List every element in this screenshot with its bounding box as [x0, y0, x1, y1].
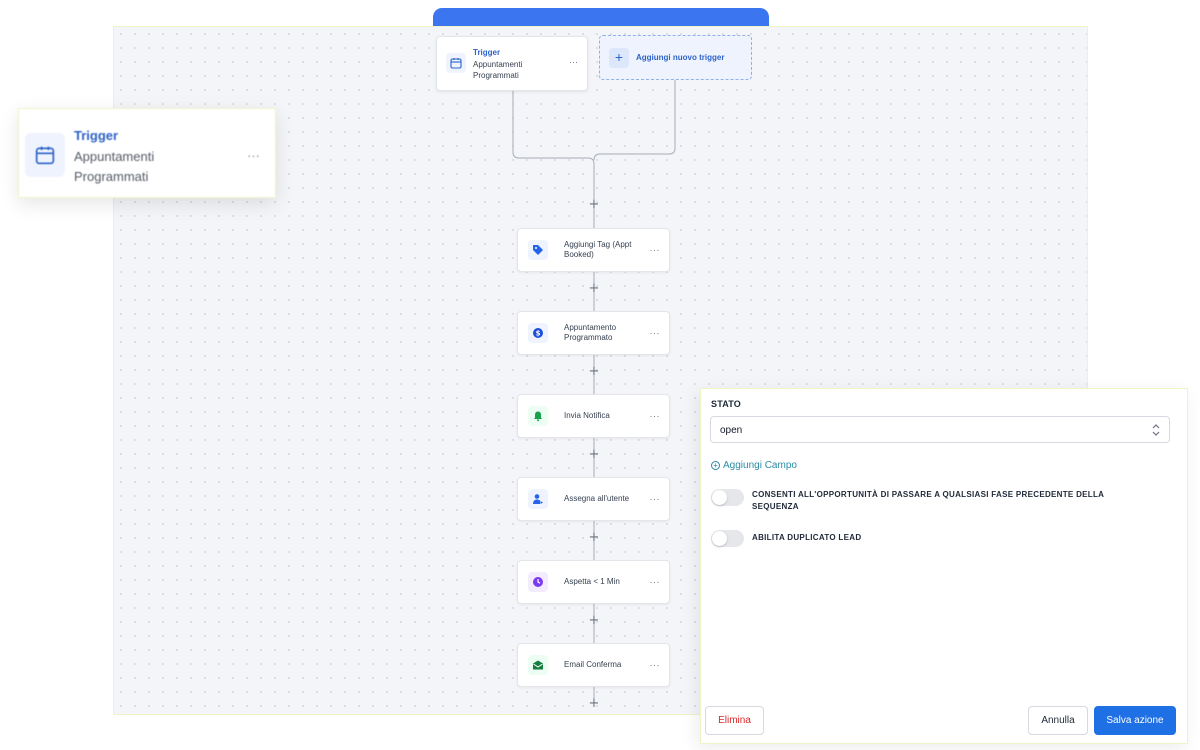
toggle-knob — [712, 531, 727, 546]
trigger-node[interactable]: Trigger Appuntamenti Programmati ··· — [436, 36, 588, 91]
calendar-icon — [25, 133, 65, 177]
allow-previous-stage-label: CONSENTI ALL'OPPORTUNITÀ DI PASSARE A QU… — [752, 490, 1104, 511]
duplicate-lead-toggle[interactable] — [711, 530, 744, 547]
trigger-title: Trigger — [473, 48, 501, 57]
clock-icon — [528, 572, 548, 592]
action-menu-button[interactable]: ··· — [650, 494, 661, 504]
trigger-name-line1: Appuntamenti — [74, 149, 155, 164]
svg-text:$: $ — [536, 330, 541, 338]
action-menu-button[interactable]: ··· — [650, 577, 661, 587]
action-label: Aggiungi Tag (Appt Booked) — [564, 240, 632, 259]
duplicate-lead-label: ABILITA DUPLICATO LEAD — [752, 533, 862, 542]
action-label: Aspetta < 1 Min — [564, 577, 620, 586]
action-menu-button[interactable]: ··· — [650, 245, 661, 255]
calendar-icon — [446, 53, 466, 73]
add-field-link[interactable]: + Aggiungi Campo — [711, 460, 797, 471]
add-step-button[interactable]: + — [587, 697, 601, 712]
workflow-builder: Trigger Appuntamenti Programmati ··· + A… — [0, 0, 1200, 750]
add-field-label: Aggiungi Campo — [723, 460, 797, 471]
add-step-button[interactable]: + — [587, 448, 601, 463]
action-label: Invia Notifica — [564, 411, 610, 420]
action-node-appointment[interactable]: $ Appuntamento Programmato ··· — [517, 311, 670, 355]
add-step-button[interactable]: + — [587, 282, 601, 297]
trigger-name-line2: Programmati — [74, 169, 149, 184]
allow-previous-stage-toggle[interactable] — [711, 489, 744, 506]
action-settings-panel: STATO open + Aggiungi Campo CONSENTI ALL… — [700, 388, 1188, 744]
cancel-button[interactable]: Annulla — [1028, 706, 1088, 735]
add-step-button[interactable]: + — [587, 365, 601, 380]
action-node-add-tag[interactable]: Aggiungi Tag (Appt Booked) ··· — [517, 228, 670, 272]
bell-icon — [528, 406, 548, 426]
action-node-notification[interactable]: Invia Notifica ··· — [517, 394, 670, 438]
toggle-knob — [712, 490, 727, 505]
trigger-name: Appuntamenti Programmati — [473, 59, 553, 81]
add-step-button[interactable]: + — [587, 198, 601, 213]
stato-select[interactable]: open — [710, 416, 1170, 443]
tag-icon — [528, 240, 548, 260]
action-menu-button[interactable]: ··· — [650, 660, 661, 670]
trigger-name-line2: Programmati — [473, 71, 519, 80]
stato-label: STATO — [711, 399, 741, 409]
envelope-icon — [528, 655, 548, 675]
action-menu-button[interactable]: ··· — [650, 328, 661, 338]
trigger-title: Trigger — [74, 128, 119, 143]
dollar-icon: $ — [528, 323, 548, 343]
chevron-updown-icon — [1151, 422, 1161, 438]
action-node-wait[interactable]: Aspetta < 1 Min ··· — [517, 560, 670, 604]
trigger-zoom-callout: Trigger Appuntamenti Programmati ··· — [18, 108, 276, 198]
add-trigger-button[interactable]: + Aggiungi nuovo trigger — [599, 35, 752, 80]
trigger-menu-button: ··· — [247, 148, 260, 163]
delete-button[interactable]: Elimina — [705, 706, 764, 735]
action-menu-button[interactable]: ··· — [650, 411, 661, 421]
add-trigger-label: Aggiungi nuovo trigger — [636, 53, 725, 62]
trigger-name: Appuntamenti Programmati — [74, 147, 184, 187]
add-step-button[interactable]: + — [587, 614, 601, 629]
action-node-assign-user[interactable]: Assegna all'utente ··· — [517, 477, 670, 521]
plus-circle-icon: + — [711, 461, 720, 470]
action-label: Appuntamento Programmato — [564, 323, 617, 342]
stato-value: open — [720, 425, 743, 436]
add-step-button[interactable]: + — [587, 531, 601, 546]
save-action-button[interactable]: Salva azione — [1094, 706, 1176, 735]
trigger-name-line1: Appuntamenti — [473, 60, 523, 69]
user-assign-icon — [528, 489, 548, 509]
action-node-email[interactable]: Email Conferma ··· — [517, 643, 670, 687]
action-label: Email Conferma — [564, 660, 622, 669]
action-label: Assegna all'utente — [564, 494, 630, 503]
plus-icon: + — [609, 48, 629, 68]
trigger-menu-button[interactable]: ··· — [569, 57, 578, 67]
